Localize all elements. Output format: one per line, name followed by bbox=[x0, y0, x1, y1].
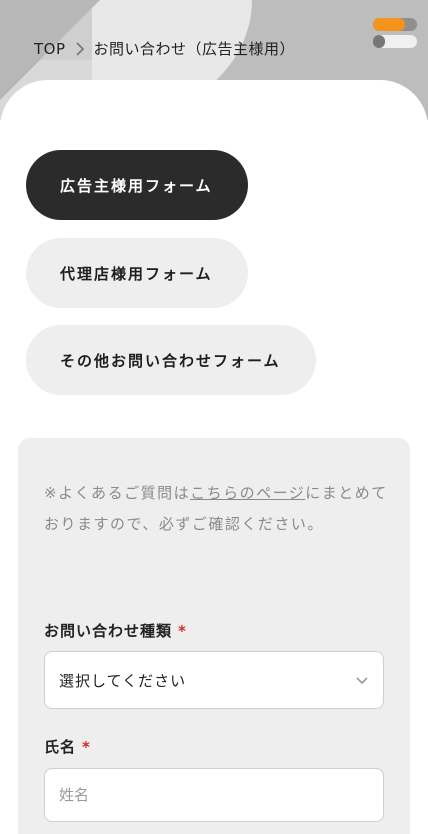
tab-advertiser-form[interactable]: 広告主様用フォーム bbox=[26, 150, 248, 220]
breadcrumb-home-link[interactable]: TOP bbox=[34, 40, 66, 58]
menu-toggle-button[interactable] bbox=[370, 16, 418, 50]
name-label-text: 氏名 bbox=[44, 738, 77, 756]
tab-other-inquiry-form[interactable]: その他お問い合わせフォーム bbox=[26, 325, 316, 395]
faq-notice: ※よくあるご質問はこちらのページにまとめておりますので、必ずご確認ください。 bbox=[44, 478, 390, 540]
inquiry-type-selected-value: 選択してください bbox=[59, 671, 187, 690]
breadcrumb-current: お問い合わせ（広告主様用） bbox=[93, 40, 296, 58]
inquiry-type-label-text: お問い合わせ種類 bbox=[44, 622, 173, 640]
inquiry-form-card: ※よくあるご質問はこちらのページにまとめておりますので、必ずご確認ください。 お… bbox=[18, 438, 410, 834]
required-mark: * bbox=[178, 622, 187, 640]
breadcrumb: TOP お問い合わせ（広告主様用） bbox=[34, 38, 295, 59]
menu-toggle-icon-bottom bbox=[373, 35, 417, 48]
name-field[interactable] bbox=[44, 768, 384, 822]
faq-page-link[interactable]: こちらのページ bbox=[190, 484, 305, 502]
menu-toggle-icon bbox=[373, 18, 417, 31]
faq-notice-prefix: ※よくあるご質問は bbox=[44, 484, 191, 502]
chevron-down-icon bbox=[356, 677, 368, 685]
required-mark: * bbox=[82, 738, 91, 756]
name-label: 氏名 * bbox=[44, 736, 91, 757]
chevron-right-icon bbox=[75, 41, 84, 56]
tab-agency-form[interactable]: 代理店様用フォーム bbox=[26, 238, 248, 308]
inquiry-type-label: お問い合わせ種類 * bbox=[44, 620, 187, 641]
inquiry-type-select[interactable]: 選択してください bbox=[44, 651, 384, 709]
